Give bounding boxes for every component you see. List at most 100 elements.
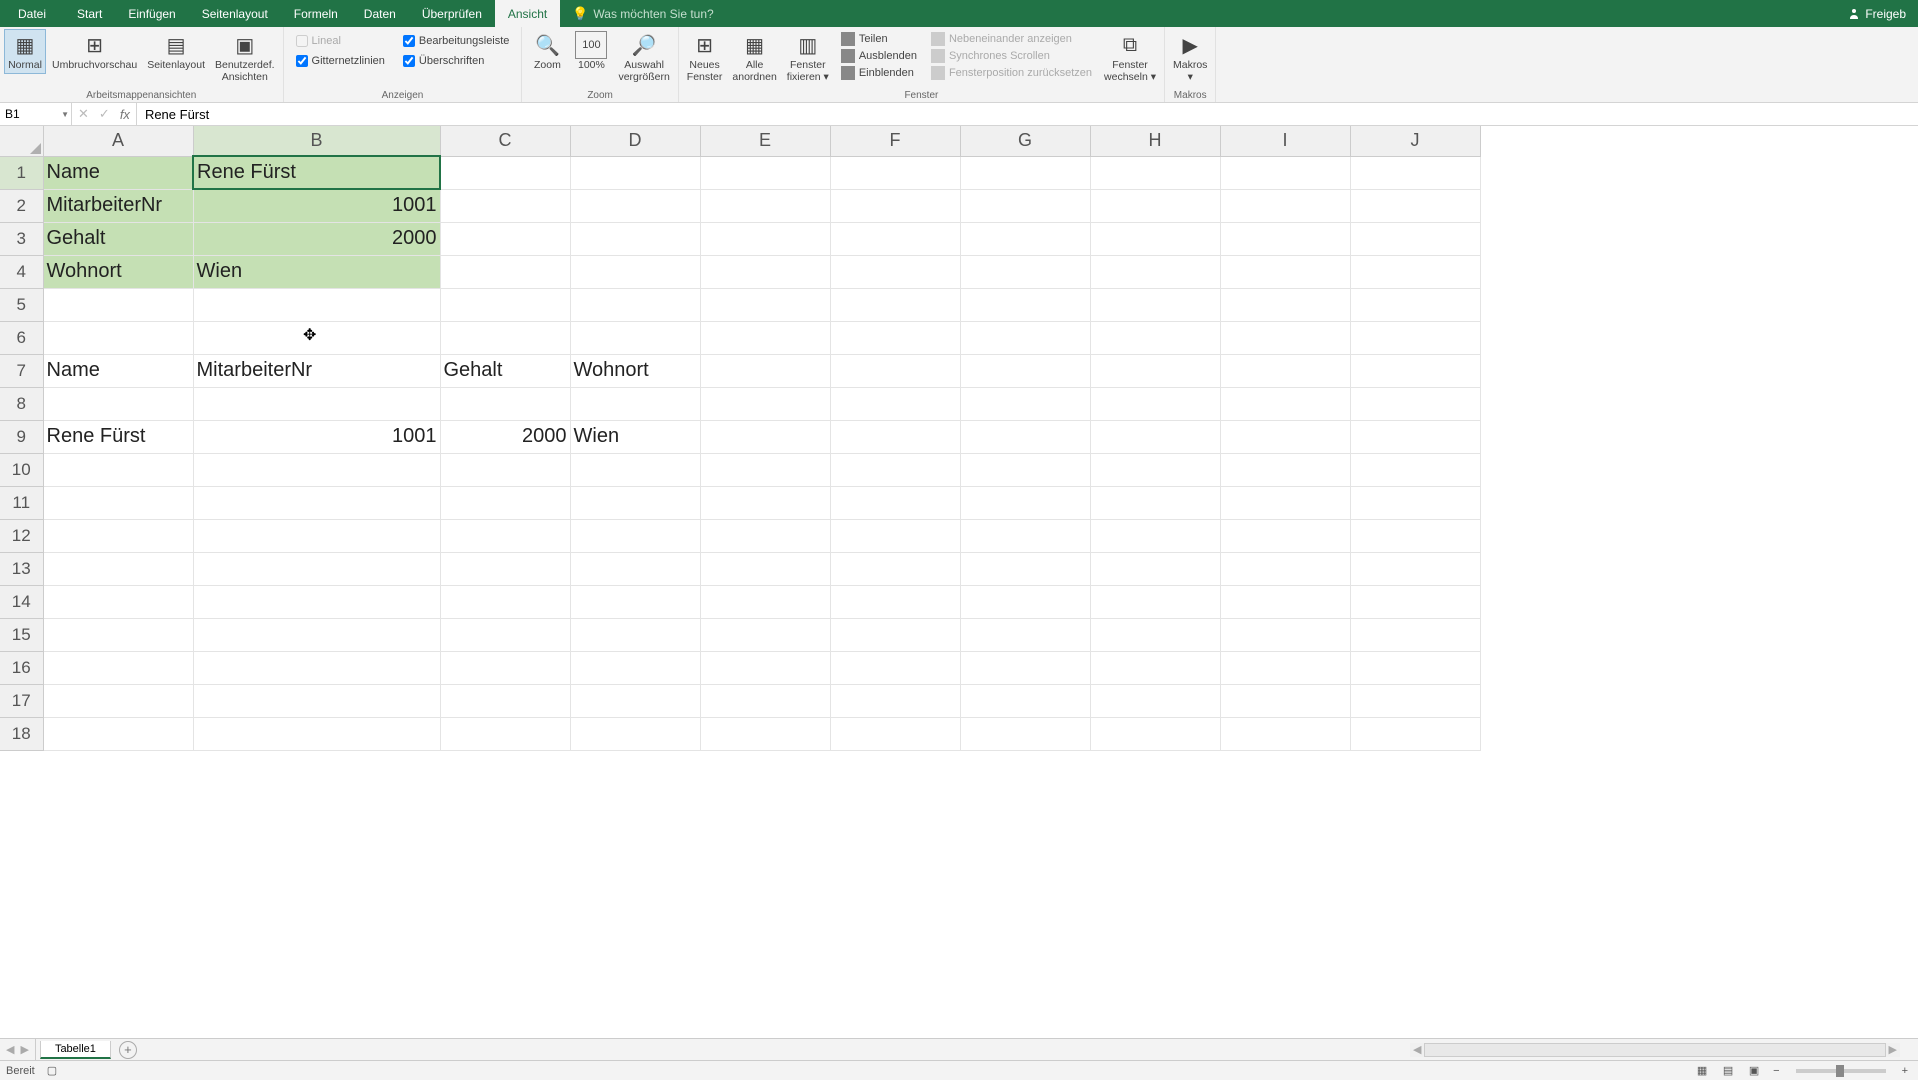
cell-G14[interactable] [960, 585, 1090, 618]
cell-F12[interactable] [830, 519, 960, 552]
col-header-I[interactable]: I [1220, 126, 1350, 156]
col-header-E[interactable]: E [700, 126, 830, 156]
col-header-B[interactable]: B [193, 126, 440, 156]
cell-D5[interactable] [570, 288, 700, 321]
cell-B1[interactable]: Rene Fürst [193, 156, 440, 189]
cell-B11[interactable] [193, 486, 440, 519]
cell-H13[interactable] [1090, 552, 1220, 585]
cell-J4[interactable] [1350, 255, 1480, 288]
cell-J18[interactable] [1350, 717, 1480, 750]
tab-page-layout[interactable]: Seitenlayout [189, 0, 281, 27]
cell-A10[interactable] [43, 453, 193, 486]
cell-I9[interactable] [1220, 420, 1350, 453]
cell-E4[interactable] [700, 255, 830, 288]
cell-A18[interactable] [43, 717, 193, 750]
cell-F4[interactable] [830, 255, 960, 288]
cell-E2[interactable] [700, 189, 830, 222]
cell-A8[interactable] [43, 387, 193, 420]
cell-F7[interactable] [830, 354, 960, 387]
cell-G17[interactable] [960, 684, 1090, 717]
cell-D12[interactable] [570, 519, 700, 552]
cell-E16[interactable] [700, 651, 830, 684]
cell-I3[interactable] [1220, 222, 1350, 255]
cell-D11[interactable] [570, 486, 700, 519]
cell-I2[interactable] [1220, 189, 1350, 222]
cell-E10[interactable] [700, 453, 830, 486]
cell-C13[interactable] [440, 552, 570, 585]
cell-G15[interactable] [960, 618, 1090, 651]
cell-C18[interactable] [440, 717, 570, 750]
row-header-17[interactable]: 17 [0, 684, 43, 717]
col-header-H[interactable]: H [1090, 126, 1220, 156]
cell-A7[interactable]: Name [43, 354, 193, 387]
cell-D6[interactable] [570, 321, 700, 354]
cell-B14[interactable] [193, 585, 440, 618]
cell-H2[interactable] [1090, 189, 1220, 222]
select-all-cell[interactable] [0, 126, 43, 156]
cell-C14[interactable] [440, 585, 570, 618]
cell-G10[interactable] [960, 453, 1090, 486]
cell-F1[interactable] [830, 156, 960, 189]
row-header-11[interactable]: 11 [0, 486, 43, 519]
cell-D15[interactable] [570, 618, 700, 651]
cell-A4[interactable]: Wohnort [43, 255, 193, 288]
tab-file[interactable]: Datei [0, 0, 64, 27]
add-sheet-button[interactable]: + [119, 1041, 137, 1059]
cell-I16[interactable] [1220, 651, 1350, 684]
cell-F13[interactable] [830, 552, 960, 585]
cell-B2[interactable]: 1001 [193, 189, 440, 222]
cell-I7[interactable] [1220, 354, 1350, 387]
cell-A13[interactable] [43, 552, 193, 585]
cell-J8[interactable] [1350, 387, 1480, 420]
tab-insert[interactable]: Einfügen [115, 0, 188, 27]
zoom-out-button[interactable]: − [1769, 1065, 1783, 1077]
cell-E14[interactable] [700, 585, 830, 618]
cell-C8[interactable] [440, 387, 570, 420]
cell-G4[interactable] [960, 255, 1090, 288]
cell-G8[interactable] [960, 387, 1090, 420]
cell-A6[interactable] [43, 321, 193, 354]
cell-J6[interactable] [1350, 321, 1480, 354]
cell-H18[interactable] [1090, 717, 1220, 750]
cell-B5[interactable] [193, 288, 440, 321]
cell-B17[interactable] [193, 684, 440, 717]
cell-C6[interactable] [440, 321, 570, 354]
cell-E1[interactable] [700, 156, 830, 189]
cell-E15[interactable] [700, 618, 830, 651]
row-header-14[interactable]: 14 [0, 585, 43, 618]
tab-data[interactable]: Daten [351, 0, 409, 27]
cell-J10[interactable] [1350, 453, 1480, 486]
cell-G7[interactable] [960, 354, 1090, 387]
cell-B6[interactable] [193, 321, 440, 354]
cell-C16[interactable] [440, 651, 570, 684]
col-header-F[interactable]: F [830, 126, 960, 156]
scroll-left-icon[interactable]: ◀ [1410, 1043, 1424, 1057]
cell-I6[interactable] [1220, 321, 1350, 354]
cell-H9[interactable] [1090, 420, 1220, 453]
cell-F5[interactable] [830, 288, 960, 321]
cell-G6[interactable] [960, 321, 1090, 354]
cell-G9[interactable] [960, 420, 1090, 453]
fx-icon[interactable]: fx [120, 107, 130, 122]
headings-checkbox-input[interactable] [403, 55, 415, 67]
cell-H10[interactable] [1090, 453, 1220, 486]
cell-E18[interactable] [700, 717, 830, 750]
cell-B10[interactable] [193, 453, 440, 486]
cell-C12[interactable] [440, 519, 570, 552]
share-button[interactable]: Freigeb [1835, 0, 1918, 27]
cell-A2[interactable]: MitarbeiterNr [43, 189, 193, 222]
tab-view[interactable]: Ansicht [495, 0, 560, 27]
unhide-button[interactable]: Einblenden [835, 65, 923, 81]
cell-D14[interactable] [570, 585, 700, 618]
cell-J5[interactable] [1350, 288, 1480, 321]
cell-F6[interactable] [830, 321, 960, 354]
cell-G2[interactable] [960, 189, 1090, 222]
cell-F3[interactable] [830, 222, 960, 255]
cell-J17[interactable] [1350, 684, 1480, 717]
cell-A16[interactable] [43, 651, 193, 684]
formula-bar-checkbox[interactable]: Bearbeitungsleiste [403, 35, 510, 47]
cell-I18[interactable] [1220, 717, 1350, 750]
cell-B9[interactable]: 1001 [193, 420, 440, 453]
custom-views-button[interactable]: ▣ Benutzerdef. Ansichten [211, 29, 279, 85]
cell-D18[interactable] [570, 717, 700, 750]
